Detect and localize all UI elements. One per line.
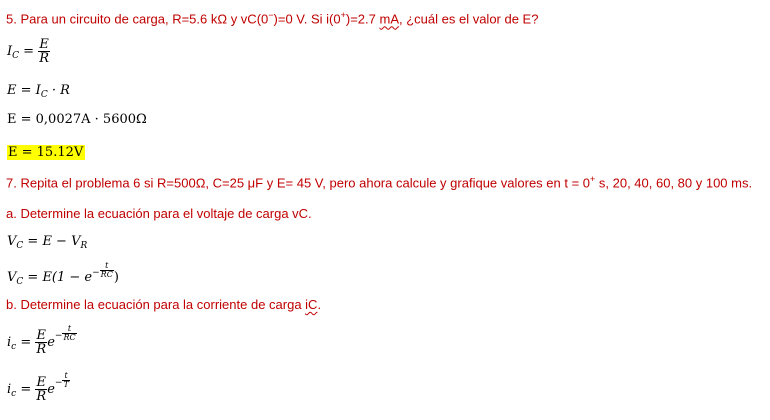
problem-7-statement: 7. Repita el problema 6 si R=500Ω, C=25 …: [6, 174, 753, 191]
equation-ic-2: ic = E Re− t T: [7, 371, 70, 404]
part-a-statement: a. Determine la ecuación para el voltaje…: [6, 206, 312, 221]
spellcheck-word: iC: [305, 297, 318, 312]
equation-e-ic-r: E = IC · R: [7, 83, 70, 100]
equation-e-numeric: E = 0,0027A · 5600Ω: [7, 112, 147, 127]
part-b-statement: b. Determine la ecuación para la corrien…: [6, 297, 322, 312]
equation-ic-1: ic = E Re− t RC: [7, 324, 77, 357]
equation-vc-1: VC = E − VR: [7, 234, 88, 251]
problem-5-statement: 5. Para un circuito de carga, R=5.6 kΩ y…: [6, 10, 539, 27]
spellcheck-word: mA: [379, 11, 400, 27]
equation-ic: IC = ER: [7, 37, 50, 66]
equation-vc-2: VC = E(1 − e− t RC): [7, 261, 119, 288]
equation-e-result: E = 15.12V: [7, 145, 86, 160]
